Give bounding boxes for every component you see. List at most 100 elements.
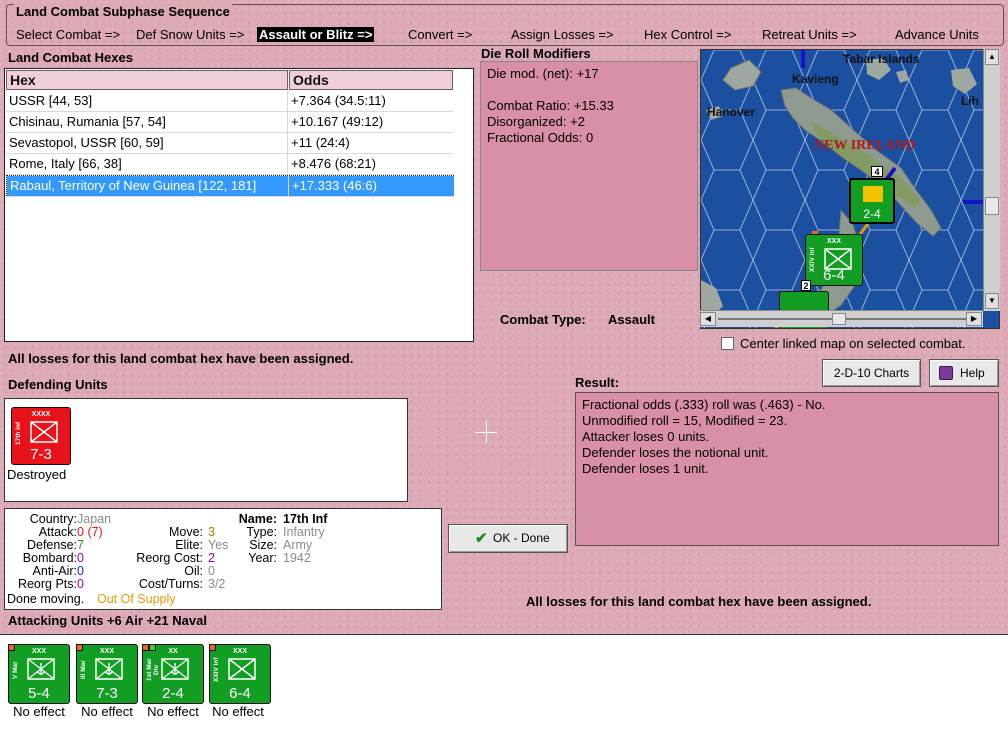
phase-step-def-snow-units[interactable]: Def Snow Units => bbox=[136, 27, 244, 42]
hex-cell: Rome, Italy [66, 38] bbox=[6, 154, 288, 175]
map-vertical-scrollbar[interactable]: ▲ ▼ bbox=[983, 49, 1000, 311]
attacking-unit-counter[interactable]: XX 1st Mar Div 2-4 bbox=[142, 644, 204, 704]
scrollbar-thumb[interactable] bbox=[985, 197, 999, 215]
map-label-kavieng: Kavieng bbox=[792, 72, 839, 86]
result-line: Attacker loses 0 units. bbox=[582, 429, 710, 444]
defense-label: Defense: bbox=[26, 538, 77, 552]
losses-status-message-2: All losses for this land combat hex have… bbox=[526, 594, 872, 609]
help-book-icon bbox=[939, 366, 953, 380]
map-horizontal-scrollbar[interactable]: ◀ ▶ bbox=[700, 310, 983, 327]
odds-cell: +17.333 (46:6) bbox=[289, 176, 454, 197]
map-unit-strength: 6-4 bbox=[823, 267, 845, 284]
country-value: Japan bbox=[77, 512, 112, 526]
marine-symbol-icon bbox=[161, 658, 189, 680]
unit-strength: 5-4 bbox=[28, 685, 50, 702]
infantry-symbol-icon bbox=[228, 658, 256, 680]
map-unit-counter[interactable]: 2-4 bbox=[849, 178, 895, 224]
attack-current: 0 bbox=[77, 525, 84, 539]
column-header-hex[interactable]: Hex bbox=[6, 70, 288, 90]
table-row[interactable]: Chisinau, Rumania [57, 54] +10.167 (49:1… bbox=[6, 112, 454, 133]
drm-line: Combat Ratio: +15.33 bbox=[487, 98, 614, 113]
phase-step-hex-control[interactable]: Hex Control => bbox=[644, 27, 731, 42]
attacking-unit-counter[interactable]: XXX III Mar 7-3 bbox=[76, 644, 138, 704]
column-header-odds[interactable]: Odds bbox=[289, 70, 453, 90]
table-row-selected[interactable]: Rabaul, Territory of New Guinea [122, 18… bbox=[6, 175, 454, 197]
drm-line: Fractional Odds: 0 bbox=[487, 130, 594, 145]
odds-cell: +11 (24:4) bbox=[288, 133, 453, 154]
reorg-pts-value: 0 bbox=[77, 577, 84, 591]
unit-designation: 17th Inf bbox=[15, 421, 22, 445]
unit-size: XXXX bbox=[31, 411, 51, 418]
die-roll-modifiers-panel: Die mod. (net): +17 Combat Ratio: +15.33… bbox=[480, 61, 698, 271]
phase-step-assign-losses[interactable]: Assign Losses => bbox=[511, 27, 614, 42]
bombard-value: 0 bbox=[77, 551, 84, 565]
unit-size: XX bbox=[168, 648, 178, 655]
ok-done-label: OK - Done bbox=[493, 531, 550, 545]
attacking-units-title: Attacking Units +6 Air +21 Naval bbox=[8, 613, 207, 628]
hex-cell: Rabaul, Territory of New Guinea [122, 18… bbox=[7, 176, 289, 197]
scroll-down-icon[interactable]: ▼ bbox=[985, 293, 999, 309]
table-row[interactable]: Sevastopol, USSR [60, 59] +11 (24:4) bbox=[6, 133, 454, 154]
defending-units-title: Defending Units bbox=[8, 377, 108, 392]
result-line: Unmodified roll = 15, Modified = 23. bbox=[582, 413, 788, 428]
phase-step-assault-or-blitz[interactable]: Assault or Blitz => bbox=[257, 27, 375, 42]
oil-label: Oil: bbox=[184, 564, 203, 578]
ok-done-button[interactable]: ✔ OK - Done bbox=[448, 524, 568, 553]
attacking-unit-counter[interactable]: XXX XXIV Inf 6-4 bbox=[209, 644, 271, 704]
size-label: Size: bbox=[249, 538, 277, 552]
attacking-unit-counter[interactable]: XXX V Mar 5-4 bbox=[8, 644, 70, 704]
scroll-left-icon[interactable]: ◀ bbox=[700, 312, 716, 326]
unit-strength: 2-4 bbox=[162, 685, 184, 702]
size-value: Army bbox=[283, 538, 313, 552]
linked-map[interactable]: Tabar Islands Kavieng Hanover Lih NEW IR… bbox=[700, 49, 1000, 329]
unit-strength: 6-4 bbox=[229, 685, 251, 702]
unit-designation: 1st Mar Div bbox=[146, 658, 160, 682]
land-combat-hexes-table[interactable]: Hex Odds USSR [44, 53] +7.364 (34.5:11) … bbox=[4, 68, 474, 342]
map-label-new-ireland: NEW IRELAND bbox=[814, 138, 916, 153]
phase-step-retreat-units[interactable]: Retreat Units => bbox=[762, 27, 857, 42]
result-line: Defender loses the notional unit. bbox=[582, 445, 769, 460]
center-map-label: Center linked map on selected combat. bbox=[740, 336, 966, 351]
charts-button[interactable]: 2-D-10 Charts bbox=[822, 359, 921, 387]
year-value: 1942 bbox=[283, 551, 311, 565]
unit-strength: 7-3 bbox=[96, 685, 118, 702]
defending-unit-counter[interactable]: XXXX 17th Inf 7-3 bbox=[11, 407, 71, 465]
elite-value: Yes bbox=[208, 538, 229, 552]
help-button[interactable]: Help bbox=[929, 359, 999, 387]
unit-size: XXX bbox=[232, 648, 247, 655]
oil-value: 0 bbox=[208, 564, 215, 578]
table-row[interactable]: Rome, Italy [66, 38] +8.476 (68:21) bbox=[6, 154, 454, 175]
marine-symbol-icon bbox=[95, 658, 123, 680]
defense-value: 7 bbox=[77, 538, 84, 552]
attacking-units-panel: XXX V Mar 5-4 No effect XXX III Mar 7-3 … bbox=[0, 634, 1008, 730]
center-map-checkbox[interactable] bbox=[721, 337, 734, 350]
odds-cell: +8.476 (68:21) bbox=[288, 154, 453, 175]
combat-type-label: Combat Type: bbox=[500, 312, 586, 327]
elite-label: Elite: bbox=[175, 538, 203, 552]
unit-size: XXX bbox=[826, 238, 841, 245]
scroll-up-icon[interactable]: ▲ bbox=[985, 49, 999, 65]
scroll-right-icon[interactable]: ▶ bbox=[966, 312, 982, 326]
phase-step-convert[interactable]: Convert => bbox=[408, 27, 472, 42]
infantry-symbol-icon bbox=[30, 421, 58, 443]
reorg-cost-label: Reorg Cost: bbox=[136, 551, 203, 565]
marine-symbol-icon bbox=[27, 658, 55, 680]
attack-original: (7) bbox=[87, 525, 103, 539]
map-unit-strength: 2-4 bbox=[863, 207, 881, 221]
table-row[interactable]: USSR [44, 53] +7.364 (34.5:11) bbox=[6, 91, 454, 112]
odds-cell: +10.167 (49:12) bbox=[288, 112, 453, 133]
defending-units-panel: XXXX 17th Inf 7-3 Destroyed bbox=[4, 398, 408, 502]
result-panel: Fractional odds (.333) roll was (.463) -… bbox=[575, 392, 999, 546]
phase-step-advance-units[interactable]: Advance Units bbox=[895, 27, 979, 42]
antiair-label: Anti-Air: bbox=[32, 564, 77, 578]
map-label-hanover: Hanover bbox=[707, 105, 756, 119]
year-label: Year: bbox=[248, 551, 277, 565]
combat-fire-icon bbox=[863, 186, 883, 202]
cost-turns-label: Cost/Turns: bbox=[138, 577, 203, 591]
scrollbar-thumb[interactable] bbox=[832, 313, 846, 325]
name-label: Name: bbox=[238, 512, 277, 526]
drm-line: Disorganized: +2 bbox=[487, 114, 585, 129]
phase-step-select-combat[interactable]: Select Combat => bbox=[16, 27, 120, 42]
map-unit-counter[interactable]: XXX XXIV Inf 6-4 bbox=[805, 234, 863, 286]
cost-turns-value: 3/2 bbox=[208, 577, 226, 591]
